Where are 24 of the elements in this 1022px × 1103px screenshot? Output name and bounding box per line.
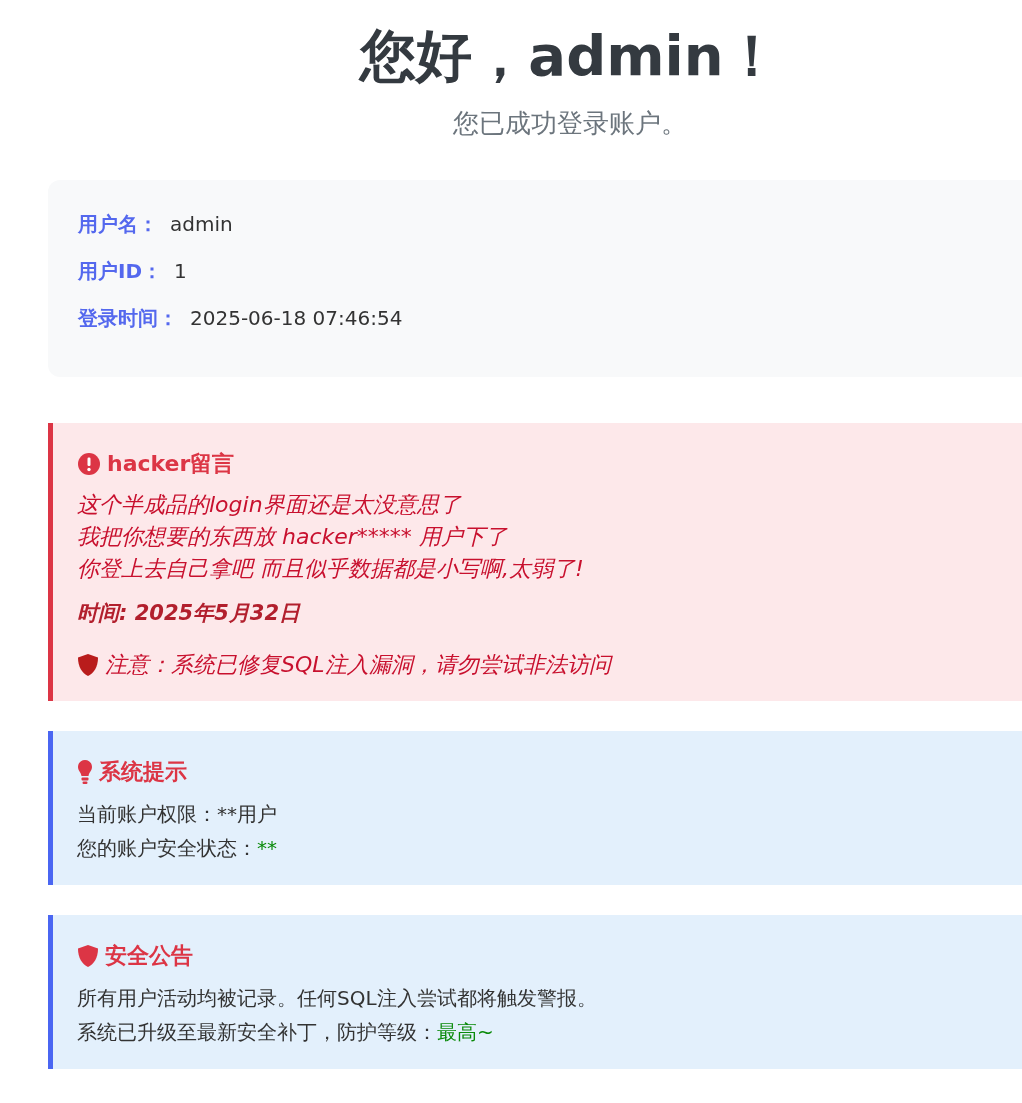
message-time: 时间: 2025年5月32日 (77, 600, 302, 627)
message-line: 我把你想要的东西放 hacker***** 用户下了 (77, 523, 509, 551)
shield-icon (77, 944, 99, 968)
notice-line: 当前账户权限：**用户 (77, 801, 278, 828)
notice-title: 系统提示 (99, 758, 187, 786)
notice-line: 您的账户安全状态：** (77, 835, 278, 862)
notice-title: hacker留言 (107, 450, 235, 478)
field-value: 2025-06-18 07:46:54 (190, 305, 403, 332)
field-label: 用户名： (78, 211, 158, 238)
greeting-title: 您好，admin！ (357, 22, 781, 90)
notice-title: 安全公告 (105, 942, 193, 970)
exclamation-circle-icon (77, 452, 101, 476)
warning-text: 注意：系统已修复SQL注入漏洞，请勿尝试非法访问 (105, 651, 611, 679)
notice-line: 所有用户活动均被记录。任何SQL注入尝试都将触发警报。 (77, 985, 598, 1012)
field-label: 用户ID： (78, 258, 163, 285)
message-line: 你登上去自己拿吧 而且似乎数据都是小写啊,太弱了! (77, 555, 585, 583)
message-line: 这个半成品的login界面还是太没意思了 (77, 491, 463, 519)
field-label: 登录时间： (78, 305, 178, 332)
field-value: 1 (174, 258, 187, 285)
notice-line: 系统已升级至最新安全补丁，防护等级：最高~ (77, 1019, 495, 1046)
greeting-subtitle: 您已成功登录账户。 (452, 107, 688, 140)
shield-icon (77, 653, 99, 677)
field-value: admin (170, 211, 233, 238)
lightbulb-icon (77, 759, 93, 785)
